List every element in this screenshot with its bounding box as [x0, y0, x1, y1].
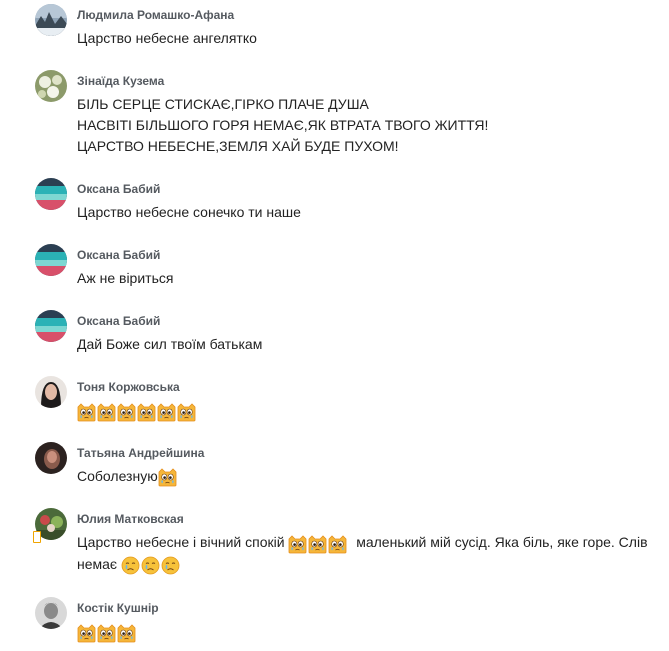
crying-cat-emoji: [328, 535, 347, 554]
portrait-avatar[interactable]: [35, 376, 67, 408]
comment-line: Царство небесне ангелятко: [77, 30, 257, 46]
comment-text: Царство небесне сонечко ти наше: [77, 202, 662, 223]
comment-text: [77, 400, 662, 422]
comment-author[interactable]: Татьяна Андрейшина: [77, 446, 204, 460]
comment-author[interactable]: Тоня Коржовська: [77, 380, 180, 394]
flowers-avatar[interactable]: [35, 70, 67, 102]
crying-cat-emoji: [117, 403, 136, 422]
crying-cat-emoji: [288, 535, 307, 554]
crying-cat-emoji: [157, 403, 176, 422]
emoji-row: [77, 401, 197, 422]
crying-cat-emoji: [308, 535, 327, 554]
comment-line: НАСВІТІ БІЛЬШОГО ГОРЯ НЕМАЄ,ЯК ВТРАТА ТВ…: [77, 117, 489, 133]
comment-author[interactable]: Костік Кушнір: [77, 601, 159, 615]
crying-cat-emoji: [177, 403, 196, 422]
crying-cat-emoji: [137, 403, 156, 422]
crying-cat-emoji: [117, 624, 136, 643]
emoji-row: [288, 533, 348, 554]
mobile-phone-icon: [33, 531, 41, 543]
comment-line: Соболезную: [77, 468, 158, 484]
comment-text: Царство небесне і вічний спокій маленьки…: [77, 532, 662, 576]
comment-author[interactable]: Оксана Бабий: [77, 314, 160, 328]
winter-landscape-avatar[interactable]: [35, 4, 67, 36]
comment-line: немає: [77, 555, 118, 572]
crying-cat-emoji: [77, 403, 96, 422]
sea-sunset-avatar[interactable]: [35, 244, 67, 276]
comment-author[interactable]: Зінаїда Кузема: [77, 74, 164, 88]
comment-line: Аж не віриться: [77, 270, 174, 286]
comment-text: [77, 621, 662, 643]
sea-sunset-avatar[interactable]: [35, 310, 67, 342]
comment-text: БІЛЬ СЕРЦЕ СТИСКАЄ,ГІРКО ПЛАЧЕ ДУША НАСВ…: [77, 94, 662, 157]
emoji-row: [77, 622, 137, 643]
comment-line: ЦАРСТВО НЕБЕСНЕ,ЗЕМЛЯ ХАЙ БУДЕ ПУХОМ!: [77, 138, 399, 154]
comment-author[interactable]: Оксана Бабий: [77, 248, 160, 262]
crying-cat-emoji: [158, 468, 177, 487]
sea-sunset-avatar[interactable]: [35, 178, 67, 210]
comment-line: БІЛЬ СЕРЦЕ СТИСКАЄ,ГІРКО ПЛАЧЕ ДУША: [77, 96, 369, 112]
comment-text: Соболезную: [77, 466, 662, 487]
comment-line: маленький мій сусід. Яка біль, яке горе.…: [356, 534, 648, 550]
crying-face-emoji: [141, 556, 160, 575]
comment-author[interactable]: Юлия Матковская: [77, 512, 184, 526]
comment-text: Царство небесне ангелятко: [77, 28, 662, 49]
emoji-row: [121, 555, 181, 576]
comment-author[interactable]: Оксана Бабий: [77, 182, 160, 196]
comment-line: Дай Боже сил твоїм батькам: [77, 336, 263, 352]
crying-cat-emoji: [97, 624, 116, 643]
bw-portrait-avatar[interactable]: [35, 597, 67, 629]
crying-cat-emoji: [97, 403, 116, 422]
comment-line: Царство небесне і вічний спокій: [77, 534, 285, 550]
crying-face-emoji: [161, 556, 180, 575]
crying-cat-emoji: [77, 624, 96, 643]
crying-face-emoji: [121, 556, 140, 575]
comment-line: Царство небесне сонечко ти наше: [77, 204, 301, 220]
comment-text: Аж не віриться: [77, 268, 662, 289]
dark-portrait-avatar[interactable]: [35, 442, 67, 474]
comment-text: Дай Боже сил твоїм батькам: [77, 334, 662, 355]
comment-author[interactable]: Людмила Ромашко-Афана: [77, 8, 234, 22]
